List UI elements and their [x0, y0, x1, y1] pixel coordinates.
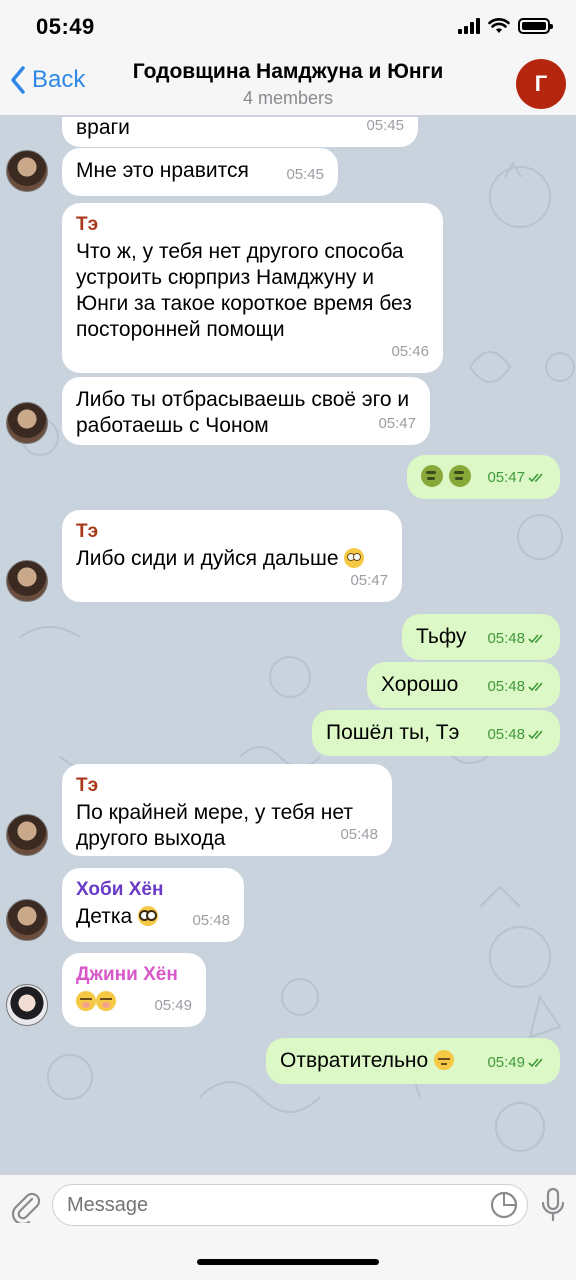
message-bubble[interactable]: Тэ Что ж, у тебя нет другого способа уст… [62, 203, 443, 373]
message-text: Хорошо [381, 673, 459, 696]
signal-icon [458, 18, 480, 34]
avatar[interactable] [6, 560, 48, 602]
message-sender: Джини Хён [76, 964, 178, 985]
message-time: 05:48 [487, 674, 546, 700]
flushed-emoji-icon [138, 906, 158, 926]
message-time: 05:45 [286, 166, 324, 183]
eye-roll-emoji-icon [344, 548, 365, 568]
message-time: 05:45 [366, 117, 404, 134]
home-indicator[interactable] [197, 1259, 379, 1265]
message-text: По крайней мере, у тебя нет другого выхо… [76, 801, 353, 850]
message-time: 05:47 [378, 415, 416, 432]
message-bubble[interactable]: Тэ По крайней мере, у тебя нет другого в… [62, 764, 392, 856]
message-text: Мне это нравится [76, 159, 249, 182]
giggle-emoji-icon [76, 990, 116, 1013]
chat-members-count: 4 members [242, 88, 334, 108]
double-check-icon [528, 473, 543, 483]
message-sender: Тэ [76, 214, 99, 235]
status-time: 05:49 [36, 14, 95, 39]
message-text: Либо сиди и дуйся дальше [76, 547, 339, 570]
message-bubble-outgoing[interactable]: Отвратительно 05:49 [266, 1038, 560, 1084]
avatar[interactable] [6, 150, 48, 192]
avatar[interactable] [6, 984, 48, 1026]
pensive-emoji-icon [434, 1050, 455, 1070]
avatar[interactable] [6, 899, 48, 941]
group-avatar[interactable]: Г [516, 59, 566, 109]
double-check-icon [528, 682, 543, 692]
message-bubble-outgoing[interactable]: Пошёл ты, Тэ 05:48 [312, 710, 560, 756]
message-text: Либо ты отбрасываешь своё эго и работаеш… [76, 388, 410, 437]
message-time: 05:49 [154, 997, 192, 1014]
message-time: 05:49 [487, 1050, 546, 1076]
message-text: Пошёл ты, Тэ [326, 721, 460, 744]
message-time: 05:48 [192, 912, 230, 929]
message-bubble[interactable]: Джини Хён 05:49 [62, 953, 206, 1027]
message-time: 05:46 [391, 343, 429, 360]
message-input[interactable] [52, 1184, 528, 1226]
double-check-icon [528, 634, 543, 644]
chat-title-block[interactable]: Годовщина Намджуна и Юнги 4 members [0, 58, 576, 110]
message-sender: Хоби Хён [76, 879, 164, 900]
message-bubble-outgoing[interactable]: Хорошо 05:48 [367, 662, 560, 708]
paperclip-icon[interactable] [10, 1189, 40, 1223]
message-sender: Тэ [76, 775, 99, 796]
chat-messages-area[interactable]: враги 05:45 Мне это нравится 05:45 Тэ Чт… [0, 117, 576, 1174]
chat-header: Back Годовщина Намджуна и Юнги 4 members… [0, 56, 576, 116]
microphone-icon[interactable] [540, 1187, 566, 1223]
message-bubble[interactable]: враги 05:45 [62, 117, 418, 147]
message-text: Что ж, у тебя нет другого способа устрои… [76, 240, 412, 341]
message-time: 05:48 [340, 826, 378, 843]
message-time: 05:47 [487, 465, 546, 491]
sticker-icon[interactable] [490, 1191, 518, 1219]
message-bubble[interactable]: Хоби Хён Детка 05:48 [62, 868, 244, 942]
nauseated-emoji-icon [421, 465, 471, 489]
message-time: 05:48 [487, 722, 546, 748]
message-time: 05:47 [350, 572, 388, 589]
message-bubble-outgoing[interactable]: 05:47 [407, 455, 560, 499]
double-check-icon [528, 730, 543, 740]
double-check-icon [528, 1058, 543, 1068]
message-text: Детка [76, 905, 133, 928]
message-bubble-outgoing[interactable]: Тьфу 05:48 [402, 614, 560, 660]
chat-title: Годовщина Намджуна и Юнги [132, 60, 444, 83]
message-bubble[interactable]: Либо ты отбрасываешь своё эго и работаеш… [62, 377, 430, 445]
message-text: враги [76, 117, 130, 139]
message-bubble[interactable]: Тэ Либо сиди и дуйся дальше 05:47 [62, 510, 402, 602]
battery-icon [518, 18, 553, 34]
avatar[interactable] [6, 814, 48, 856]
message-text: Тьфу [416, 625, 467, 648]
status-bar: 05:49 [0, 0, 576, 56]
message-time: 05:48 [487, 626, 546, 652]
message-bubble[interactable]: Мне это нравится 05:45 [62, 148, 338, 196]
status-icons [458, 18, 553, 34]
wifi-icon [488, 18, 510, 33]
avatar[interactable] [6, 402, 48, 444]
message-text: Отвратительно [280, 1049, 429, 1072]
message-sender: Тэ [76, 521, 99, 542]
